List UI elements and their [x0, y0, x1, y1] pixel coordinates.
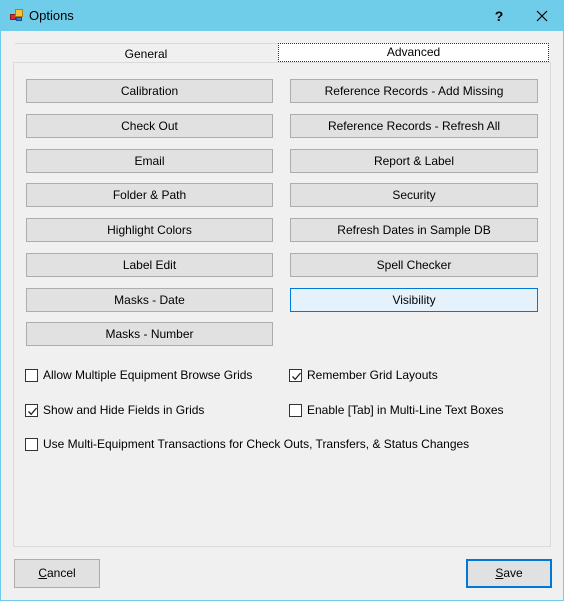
checkbox-label: Remember Grid Layouts [307, 368, 438, 382]
tab-advanced[interactable]: Advanced [278, 43, 549, 62]
save-button[interactable]: Save [466, 559, 552, 588]
checkmark-icon [25, 403, 38, 417]
calibration-button[interactable]: Calibration [26, 79, 273, 103]
spell-checker-button[interactable]: Spell Checker [290, 253, 538, 277]
help-button[interactable]: ? [485, 4, 513, 28]
checkbox-label: Show and Hide Fields in Grids [43, 403, 205, 417]
enable-tab-multiline-checkbox[interactable]: Enable [Tab] in Multi-Line Text Boxes [289, 402, 504, 418]
app-icon [10, 9, 24, 22]
masks-date-button[interactable]: Masks - Date [26, 288, 273, 312]
cancel-button[interactable]: Cancel [14, 559, 100, 588]
reference-records-add-missing-button[interactable]: Reference Records - Add Missing [290, 79, 538, 103]
close-icon [536, 10, 548, 22]
remember-grid-layouts-checkbox[interactable]: Remember Grid Layouts [289, 367, 438, 383]
masks-number-button[interactable]: Masks - Number [26, 322, 273, 346]
close-button[interactable] [525, 4, 559, 28]
security-button[interactable]: Security [290, 183, 538, 207]
check-out-button[interactable]: Check Out [26, 114, 273, 138]
help-icon: ? [494, 8, 504, 24]
email-button[interactable]: Email [26, 149, 273, 173]
options-dialog: Options ? General Advanced Calibration C… [0, 0, 564, 601]
cancel-mnemonic: C [38, 566, 47, 580]
checkbox-label: Use Multi-Equipment Transactions for Che… [43, 437, 470, 451]
folder-path-button[interactable]: Folder & Path [26, 183, 273, 207]
label-edit-button[interactable]: Label Edit [26, 253, 273, 277]
tab-general[interactable]: General [15, 45, 277, 63]
save-label: ave [503, 566, 523, 580]
checkbox-label: Enable [Tab] in Multi-Line Text Boxes [307, 403, 504, 417]
multi-equipment-transactions-checkbox[interactable]: Use Multi-Equipment Transactions for Che… [25, 436, 469, 452]
show-hide-fields-checkbox[interactable]: Show and Hide Fields in Grids [25, 402, 204, 418]
report-label-button[interactable]: Report & Label [290, 149, 538, 173]
checkmark-icon [289, 368, 302, 382]
window-title: Options [29, 8, 74, 23]
checkbox-unchecked-icon [25, 368, 38, 382]
refresh-dates-sample-db-button[interactable]: Refresh Dates in Sample DB [290, 218, 538, 242]
title-bar[interactable]: Options ? [1, 1, 563, 31]
checkbox-unchecked-icon [289, 403, 302, 417]
checkbox-unchecked-icon [25, 437, 38, 451]
allow-multiple-browse-grids-checkbox[interactable]: Allow Multiple Equipment Browse Grids [25, 367, 252, 383]
cancel-label: ancel [46, 566, 76, 580]
highlight-colors-button[interactable]: Highlight Colors [26, 218, 273, 242]
reference-records-refresh-all-button[interactable]: Reference Records - Refresh All [290, 114, 538, 138]
checkbox-label: Allow Multiple Equipment Browse Grids [43, 368, 253, 382]
visibility-button[interactable]: Visibility [290, 288, 538, 312]
